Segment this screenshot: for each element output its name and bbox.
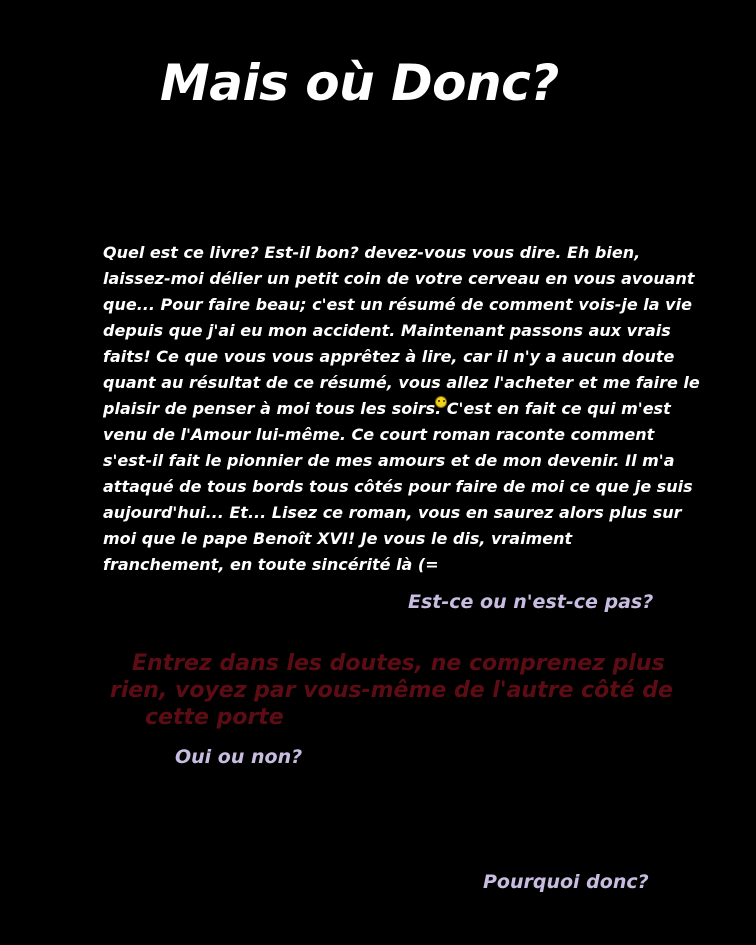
- description-line-part: plaisir de penser à moi tous les soirs.: [103, 399, 442, 418]
- description-line: plaisir de penser à moi tous les soirs. …: [103, 396, 678, 422]
- question-est-ce: Est-ce ou n'est-ce pas?: [408, 591, 654, 613]
- description-line: venu de l'Amour lui-même. Ce court roman…: [103, 425, 655, 444]
- description-line: laissez-moi délier un petit coin de votr…: [103, 269, 695, 288]
- page-title: Mais où Donc?: [160, 54, 559, 112]
- description-line-part: C'est en fait ce qui m'est: [441, 399, 671, 418]
- description-line: faits! Ce que vous vous apprêtez à lire,…: [103, 347, 675, 366]
- description-line: que... Pour faire beau; c'est un résumé …: [103, 295, 692, 314]
- invitation-line: Entrez dans les doutes, ne comprenez plu…: [132, 651, 665, 676]
- description-line: depuis que j'ai eu mon accident. Mainten…: [103, 321, 671, 340]
- invitation-line: rien, voyez par vous-même de l'autre côt…: [110, 678, 673, 703]
- invitation-line: cette porte: [145, 705, 284, 730]
- description-line: franchement, en toute sincérité là (=: [103, 555, 439, 574]
- description-line: s'est-il fait le pionnier de mes amours …: [103, 451, 675, 470]
- description-line: aujourd'hui... Et... Lisez ce roman, vou…: [103, 503, 682, 522]
- question-oui-ou-non: Oui ou non?: [175, 746, 303, 768]
- description-line: attaqué de tous bords tous côtés pour fa…: [103, 477, 693, 496]
- description-line: quant au résultat de ce résumé, vous all…: [103, 373, 700, 392]
- invitation-text: Entrez dans les doutes, ne comprenez plu…: [110, 650, 673, 731]
- description-line: Quel est ce livre? Est-il bon? devez-vou…: [103, 243, 641, 262]
- question-pourquoi-donc: Pourquoi donc?: [483, 871, 649, 893]
- description-line: moi que le pape Benoît XVI! Je vous le d…: [103, 529, 573, 548]
- book-description: Quel est ce livre? Est-il bon? devez-vou…: [103, 240, 700, 578]
